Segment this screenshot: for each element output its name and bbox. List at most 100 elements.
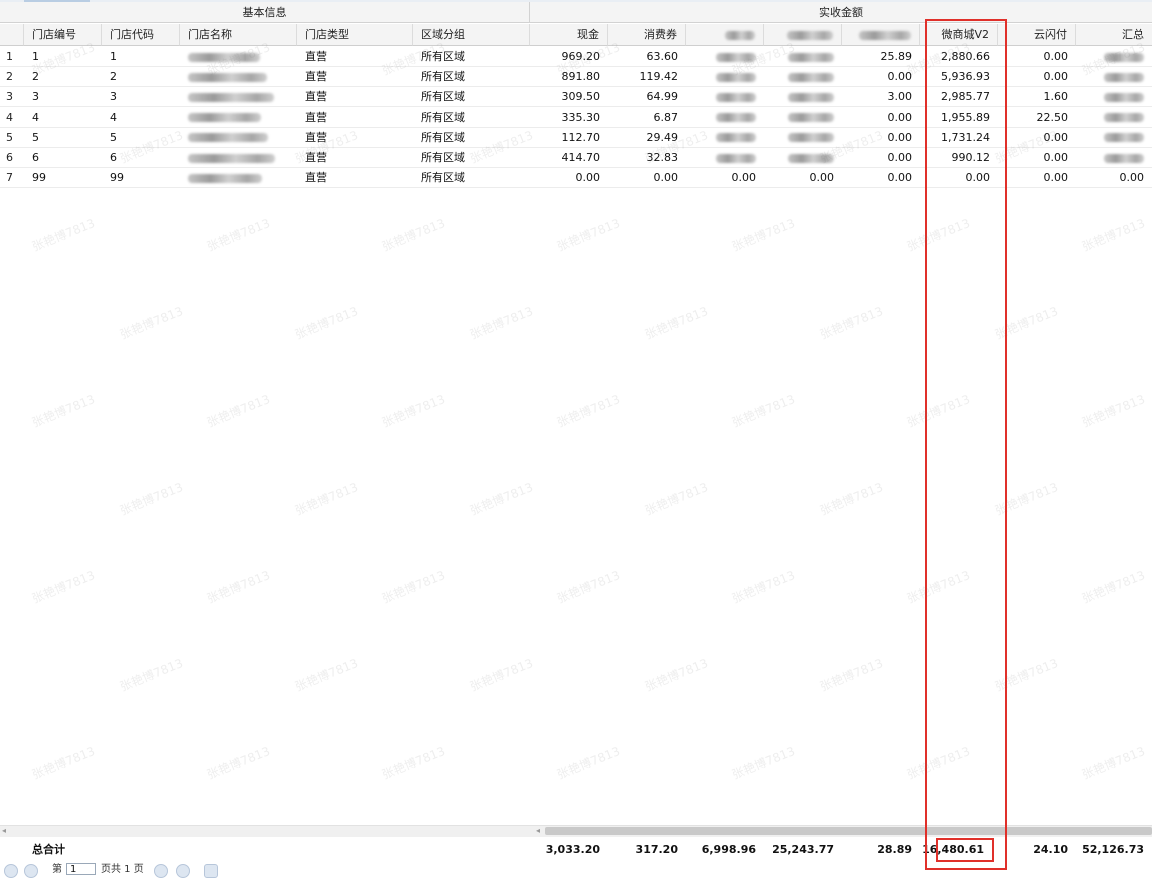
cell-voucher[interactable]: 64.99	[608, 87, 686, 108]
cell-yunshanfu[interactable]: 0.00	[998, 168, 1076, 189]
cell-col4[interactable]	[764, 87, 842, 108]
cell-yunshanfu[interactable]: 22.50	[998, 108, 1076, 128]
cell-store-no[interactable]: 1	[24, 47, 102, 67]
last-page-icon[interactable]	[176, 864, 190, 878]
column-header-store-type[interactable]: 门店类型	[297, 24, 413, 46]
cell-store-name[interactable]	[180, 87, 297, 108]
cell-store-no[interactable]: 2	[24, 67, 102, 88]
cell-yunshanfu[interactable]: 0.00	[998, 47, 1076, 67]
cell-col5[interactable]: 0.00	[842, 128, 920, 148]
cell-voucher[interactable]: 119.42	[608, 67, 686, 88]
refresh-icon[interactable]	[204, 864, 218, 878]
cell-col5[interactable]: 3.00	[842, 87, 920, 108]
cell-col5[interactable]: 0.00	[842, 148, 920, 168]
cell-total[interactable]	[1076, 67, 1152, 88]
scrollbar-thumb[interactable]	[545, 827, 1152, 835]
cell-total[interactable]	[1076, 87, 1152, 108]
cell-yunshanfu[interactable]: 0.00	[998, 128, 1076, 148]
cell-store-name[interactable]	[180, 168, 297, 189]
column-header-blurred-5[interactable]	[842, 24, 920, 46]
cell-store-type[interactable]: 直营	[297, 128, 413, 148]
cell-store-code[interactable]: 3	[102, 87, 180, 108]
cell-yunshanfu[interactable]: 0.00	[998, 148, 1076, 168]
cell-yunshanfu[interactable]: 0.00	[998, 67, 1076, 88]
cell-cash[interactable]: 0.00	[530, 168, 608, 189]
cell-yunshanfu[interactable]: 1.60	[998, 87, 1076, 108]
column-header-region[interactable]: 区域分组	[413, 24, 530, 46]
cell-col4[interactable]	[764, 67, 842, 88]
cell-store-code[interactable]: 6	[102, 148, 180, 168]
cell-store-no[interactable]: 99	[24, 168, 102, 189]
scroll-left-arrow-icon[interactable]: ◂	[536, 826, 544, 836]
cell-total[interactable]	[1076, 128, 1152, 148]
cell-store-no[interactable]: 5	[24, 128, 102, 148]
cell-store-code[interactable]: 4	[102, 108, 180, 128]
cell-col5[interactable]: 25.89	[842, 47, 920, 67]
scroll-left-icon[interactable]: ◂	[2, 826, 10, 836]
cell-store-type[interactable]: 直营	[297, 47, 413, 67]
cell-store-name[interactable]	[180, 148, 297, 168]
cell-cash[interactable]: 335.30	[530, 108, 608, 128]
row-number[interactable]: 2	[0, 67, 24, 88]
cell-store-type[interactable]: 直营	[297, 87, 413, 108]
column-header-store-code[interactable]: 门店代码	[102, 24, 180, 46]
cell-col5[interactable]: 0.00	[842, 67, 920, 88]
cell-col5[interactable]: 0.00	[842, 168, 920, 189]
row-number[interactable]: 3	[0, 87, 24, 108]
cell-col4[interactable]	[764, 108, 842, 128]
cell-cash[interactable]: 309.50	[530, 87, 608, 108]
cell-region[interactable]: 所有区域	[413, 168, 530, 189]
cell-store-no[interactable]: 3	[24, 87, 102, 108]
cell-voucher[interactable]: 6.87	[608, 108, 686, 128]
cell-col3[interactable]: 0.00	[686, 168, 764, 189]
cell-col5[interactable]: 0.00	[842, 108, 920, 128]
column-header-voucher[interactable]: 消费券	[608, 24, 686, 46]
cell-region[interactable]: 所有区域	[413, 47, 530, 67]
cell-voucher[interactable]: 32.83	[608, 148, 686, 168]
cell-total[interactable]	[1076, 47, 1152, 67]
cell-region[interactable]: 所有区域	[413, 87, 530, 108]
column-header-yunshanfu[interactable]: 云闪付	[998, 24, 1076, 46]
cell-store-name[interactable]	[180, 128, 297, 148]
column-header-total[interactable]: 汇总	[1076, 24, 1152, 46]
column-header-cash[interactable]: 现金	[530, 24, 608, 46]
cell-store-type[interactable]: 直营	[297, 67, 413, 88]
prev-page-icon[interactable]	[24, 864, 38, 878]
cell-voucher[interactable]: 63.60	[608, 47, 686, 67]
cell-col3[interactable]	[686, 67, 764, 88]
cell-col3[interactable]	[686, 128, 764, 148]
cell-total[interactable]	[1076, 148, 1152, 168]
cell-region[interactable]: 所有区域	[413, 148, 530, 168]
cell-region[interactable]: 所有区域	[413, 128, 530, 148]
cell-store-code[interactable]: 99	[102, 168, 180, 189]
first-page-icon[interactable]	[4, 864, 18, 878]
cell-voucher[interactable]: 0.00	[608, 168, 686, 189]
cell-col3[interactable]	[686, 87, 764, 108]
cell-store-no[interactable]: 6	[24, 148, 102, 168]
cell-voucher[interactable]: 29.49	[608, 128, 686, 148]
cell-col4[interactable]	[764, 128, 842, 148]
page-input[interactable]: 1	[66, 863, 96, 875]
row-number[interactable]: 6	[0, 148, 24, 168]
cell-store-type[interactable]: 直营	[297, 168, 413, 189]
cell-cash[interactable]: 969.20	[530, 47, 608, 67]
cell-store-name[interactable]	[180, 108, 297, 128]
cell-col4[interactable]	[764, 47, 842, 67]
row-number[interactable]: 5	[0, 128, 24, 148]
cell-store-type[interactable]: 直营	[297, 148, 413, 168]
cell-col4[interactable]	[764, 148, 842, 168]
column-header-blurred-4[interactable]	[764, 24, 842, 46]
cell-col3[interactable]	[686, 148, 764, 168]
next-page-icon[interactable]	[154, 864, 168, 878]
cell-total[interactable]	[1076, 108, 1152, 128]
cell-col3[interactable]	[686, 47, 764, 67]
cell-store-name[interactable]	[180, 47, 297, 67]
cell-store-code[interactable]: 1	[102, 47, 180, 67]
cell-store-code[interactable]: 2	[102, 67, 180, 88]
cell-total[interactable]: 0.00	[1076, 168, 1152, 189]
column-header-store-name[interactable]: 门店名称	[180, 24, 297, 46]
row-number[interactable]: 1	[0, 47, 24, 67]
cell-cash[interactable]: 891.80	[530, 67, 608, 88]
cell-region[interactable]: 所有区域	[413, 108, 530, 128]
cell-cash[interactable]: 112.70	[530, 128, 608, 148]
